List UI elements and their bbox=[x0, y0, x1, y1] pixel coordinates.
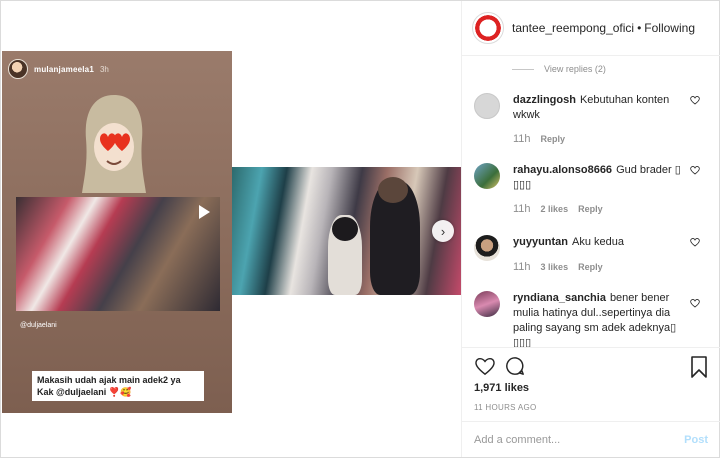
view-replies-label: View replies (2) bbox=[544, 64, 606, 74]
story-caption-line2: Kak @duljaelani bbox=[37, 387, 107, 397]
comment-meta: 11h 3 likes Reply bbox=[513, 261, 603, 273]
comment-text: Aku kedua bbox=[572, 236, 624, 248]
comment-icon[interactable] bbox=[504, 356, 526, 376]
avatar[interactable] bbox=[474, 93, 500, 119]
comments-list[interactable]: View replies (2) dazzlingosh Kebutuhan ko… bbox=[462, 57, 720, 347]
comment-input[interactable] bbox=[474, 433, 664, 446]
comment-username[interactable]: rahayu.alonso8666 bbox=[513, 164, 612, 176]
comment-time: 11h bbox=[513, 203, 531, 215]
story-screenshot: mulanjameela1 3h @duljaelani Makasih uda… bbox=[2, 51, 232, 413]
avatar[interactable] bbox=[474, 163, 500, 189]
heart-icon[interactable] bbox=[690, 165, 700, 175]
story-caption-line1: Makasih udah ajak main adek2 ya bbox=[37, 375, 181, 385]
comment-username[interactable]: dazzlingosh bbox=[513, 94, 576, 106]
hijab-heart-eyes-emoji-icon bbox=[82, 95, 146, 193]
story-avatar bbox=[8, 59, 28, 79]
story-video-thumbnail[interactable] bbox=[16, 197, 220, 311]
heart-icon[interactable] bbox=[474, 356, 496, 376]
header-separator: • bbox=[637, 21, 642, 35]
photo-child-hair bbox=[332, 217, 358, 241]
header-username[interactable]: tantee_reempong_ofici bbox=[512, 21, 634, 35]
story-caption-emoji: ❣️🥰 bbox=[108, 387, 132, 397]
avatar[interactable] bbox=[474, 291, 500, 317]
following-button[interactable]: Following bbox=[644, 21, 695, 35]
replies-divider bbox=[512, 68, 534, 70]
comment-username[interactable]: ryndiana_sanchia bbox=[513, 292, 606, 304]
post-button[interactable]: Post bbox=[684, 434, 708, 446]
post-header: tantee_reempong_ofici • Following bbox=[462, 1, 720, 56]
comment-meta: 11h 2 likes Reply bbox=[513, 203, 603, 215]
comment-time: 11h bbox=[513, 133, 531, 145]
likes-count[interactable]: 1,971 likes bbox=[474, 382, 529, 394]
story-time: 3h bbox=[99, 64, 109, 74]
post-actions: 1,971 likes 11 HOURS AGO bbox=[462, 347, 720, 419]
comment-time: 11h bbox=[513, 261, 531, 273]
photo-man-head bbox=[378, 177, 408, 203]
arcade-photo bbox=[232, 167, 461, 295]
post-sidebar: tantee_reempong_ofici • Following View r… bbox=[461, 1, 720, 457]
comment-username[interactable]: yuyyuntan bbox=[513, 236, 568, 248]
comment-meta: 11h Reply bbox=[513, 133, 565, 145]
add-comment-bar: Post bbox=[462, 421, 720, 457]
comment-likes[interactable]: 3 likes bbox=[541, 262, 569, 272]
comment-body: ryndiana_sanchia bener bener mulia hatiny… bbox=[513, 291, 688, 347]
reply-button[interactable]: Reply bbox=[578, 204, 603, 214]
avatar[interactable] bbox=[472, 12, 504, 44]
view-replies-button[interactable]: View replies (2) bbox=[512, 64, 606, 74]
bookmark-icon[interactable] bbox=[690, 356, 708, 378]
comment-body: yuyyuntan Aku kedua bbox=[513, 235, 688, 250]
comment-body: dazzlingosh Kebutuhan konten wkwk bbox=[513, 93, 688, 123]
story-username: mulanjameela1 bbox=[34, 64, 94, 74]
heart-icon[interactable] bbox=[690, 95, 700, 105]
chevron-right-icon[interactable]: › bbox=[432, 220, 454, 242]
post-timestamp: 11 HOURS AGO bbox=[474, 403, 537, 412]
story-caption: Makasih udah ajak main adek2 ya Kak @dul… bbox=[32, 371, 204, 401]
heart-icon[interactable] bbox=[690, 237, 700, 247]
comment-likes[interactable]: 2 likes bbox=[541, 204, 569, 214]
heart-icon[interactable] bbox=[690, 298, 700, 308]
play-icon[interactable] bbox=[199, 205, 210, 219]
story-header: mulanjameela1 3h bbox=[8, 59, 109, 79]
reply-button[interactable]: Reply bbox=[578, 262, 603, 272]
story-mention-tag: @duljaelani bbox=[20, 322, 57, 329]
reply-button[interactable]: Reply bbox=[541, 134, 566, 144]
avatar[interactable] bbox=[474, 235, 500, 261]
comment-body: rahayu.alonso8666 Gud brader ▯ ▯▯▯ bbox=[513, 163, 688, 193]
post-media[interactable]: mulanjameela1 3h @duljaelani Makasih uda… bbox=[1, 1, 461, 457]
